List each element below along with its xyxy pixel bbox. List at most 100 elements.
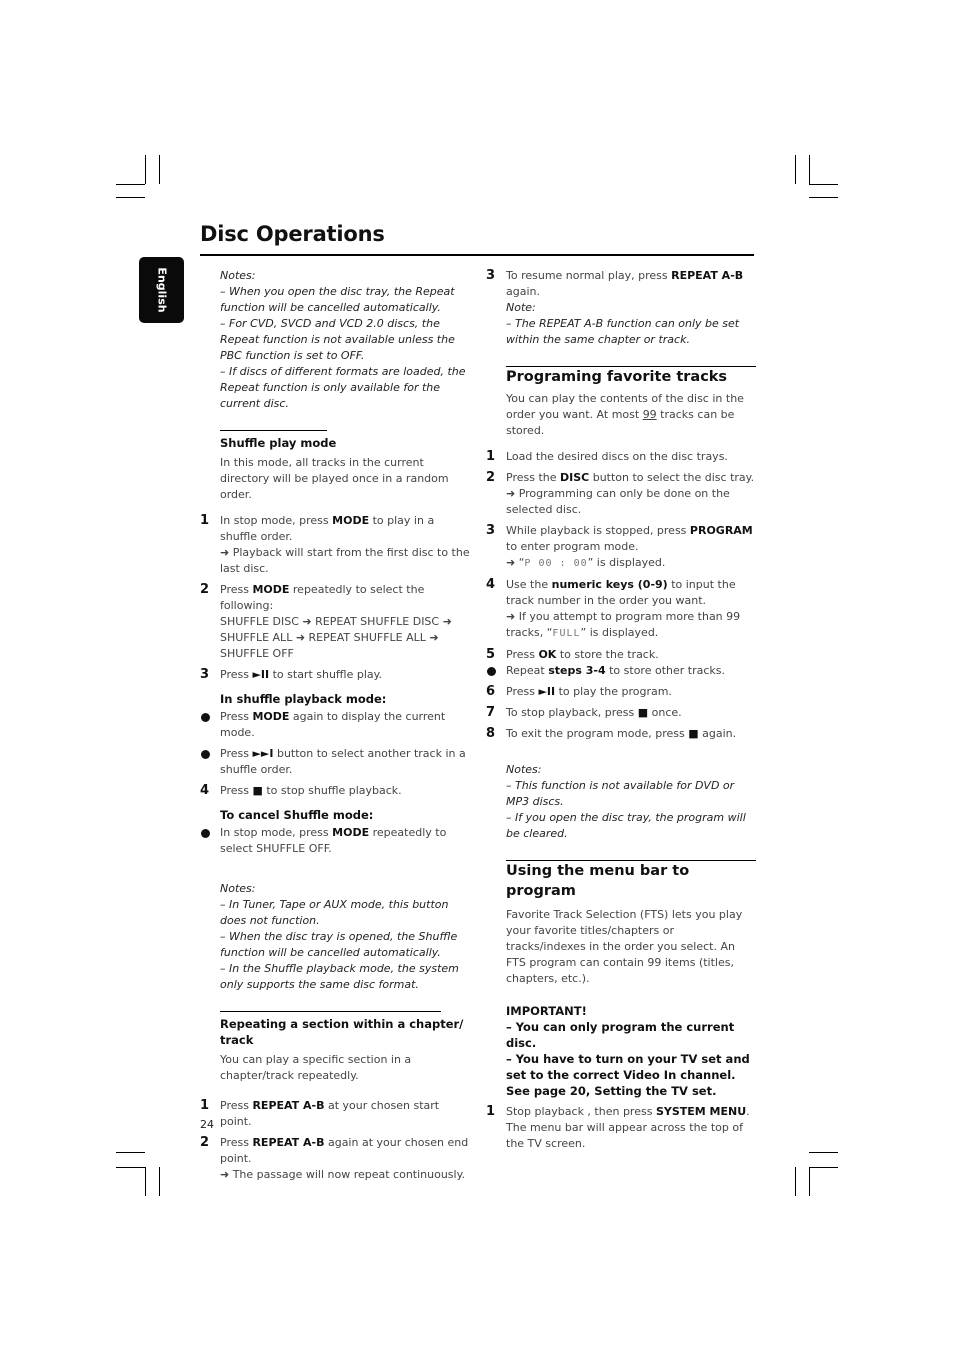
button-name: REPEAT A-B bbox=[671, 269, 744, 282]
programming-section: Programing favorite tracks You can play … bbox=[486, 366, 756, 439]
step-number: 2 bbox=[200, 1135, 210, 1150]
step-text: Load the desired discs on the disc trays… bbox=[506, 450, 728, 463]
shuffle-step-4: 4 Press ■ to stop shuffle playback. bbox=[200, 783, 470, 799]
button-name: SYSTEM MENU bbox=[655, 1105, 747, 1118]
step-text: Stop playback , then press bbox=[506, 1105, 656, 1118]
left-column: Notes: – When you open the disc tray, th… bbox=[200, 268, 470, 1183]
notes-program: Notes: – This function is not available … bbox=[486, 762, 756, 842]
step-text: . bbox=[746, 1105, 750, 1118]
repeat-ab-intro: You can play a specific section in a cha… bbox=[220, 1053, 412, 1082]
repeat-ab-step-2: 2 Press REPEAT A-B again at your chosen … bbox=[200, 1135, 470, 1183]
step-text: to store other tracks. bbox=[605, 664, 725, 677]
language-tab-label: English bbox=[155, 267, 168, 313]
stop-icon: ■ bbox=[637, 706, 649, 719]
notes-heading: Notes: bbox=[506, 763, 542, 776]
step-result: ➜ Programming can only be done on the se… bbox=[506, 487, 730, 516]
important-item: – You can only program the current disc. bbox=[506, 1020, 735, 1050]
bullet-icon bbox=[201, 713, 210, 722]
result-text: ” is displayed. bbox=[580, 626, 659, 639]
language-tab: English bbox=[139, 257, 184, 323]
bullet-icon bbox=[201, 750, 210, 759]
menu-bar-intro: Favorite Track Selection (FTS) lets you … bbox=[506, 908, 743, 985]
program-step-8: 8 To exit the program mode, press ■ agai… bbox=[486, 726, 756, 742]
step-text: to store the track. bbox=[556, 648, 659, 661]
crop-mark bbox=[116, 1167, 145, 1168]
important-item: – You have to turn on your TV set and se… bbox=[506, 1052, 750, 1098]
bullet-icon bbox=[487, 667, 496, 676]
program-step-1: 1 Load the desired discs on the disc tra… bbox=[486, 449, 756, 465]
step-text: Press bbox=[220, 747, 253, 760]
step-number: 6 bbox=[486, 684, 496, 699]
shuffle-bullet-2: Press ►►I button to select another track… bbox=[200, 746, 470, 778]
step-text: Press the bbox=[506, 471, 560, 484]
result-text: ➜ “ bbox=[506, 556, 525, 569]
menu-bar-heading: Using the menu bar to program bbox=[506, 860, 756, 901]
mode-sequence: SHUFFLE DISC ➜ REPEAT SHUFFLE DISC ➜ SHU… bbox=[220, 615, 452, 660]
step-text: Press bbox=[220, 668, 253, 681]
bullet-icon bbox=[201, 829, 210, 838]
button-name: REPEAT A-B bbox=[252, 1136, 325, 1149]
menu-bar-step-1: 1 Stop playback , then press SYSTEM MENU… bbox=[486, 1104, 756, 1152]
step-text: to stop shuffle playback. bbox=[262, 784, 402, 797]
button-name: MODE bbox=[332, 826, 370, 839]
step-text: In stop mode, press bbox=[220, 826, 333, 839]
stop-icon: ■ bbox=[688, 727, 699, 740]
program-step-6: 6 Press ►II to play the program. bbox=[486, 684, 756, 700]
step-text: button to select the disc tray. bbox=[589, 471, 755, 484]
crop-mark bbox=[809, 1152, 838, 1153]
programming-heading: Programing favorite tracks bbox=[506, 366, 756, 387]
step-text: While playback is stopped, press bbox=[506, 524, 690, 537]
step-number: 3 bbox=[486, 268, 496, 283]
button-name: MODE bbox=[252, 583, 290, 596]
note-item: – In the Shuffle playback mode, the syst… bbox=[220, 962, 459, 991]
note-item: – In Tuner, Tape or AUX mode, this butto… bbox=[220, 898, 449, 927]
crop-mark bbox=[116, 184, 145, 185]
next-track-icon: ►►I bbox=[252, 747, 274, 760]
step-text: Use the bbox=[506, 578, 552, 591]
step-number: 4 bbox=[486, 577, 496, 592]
program-step-7: 7 To stop playback, press ■ once. bbox=[486, 705, 756, 721]
crop-mark bbox=[809, 1167, 810, 1196]
notes-heading: Notes: bbox=[220, 269, 256, 282]
crop-mark bbox=[159, 155, 160, 184]
step-result: ➜ The passage will now repeat continuous… bbox=[220, 1168, 466, 1181]
step-text: In stop mode, press bbox=[220, 514, 333, 527]
step-number: 2 bbox=[486, 470, 496, 485]
step-result: The menu bar will appear across the top … bbox=[506, 1121, 743, 1150]
note-item: – When the disc tray is opened, the Shuf… bbox=[220, 930, 458, 959]
program-step-2: 2 Press the DISC button to select the di… bbox=[486, 470, 756, 518]
program-step-3: 3 While playback is stopped, press PROGR… bbox=[486, 523, 756, 572]
button-name: REPEAT A-B bbox=[252, 1099, 325, 1112]
step-number: 3 bbox=[486, 523, 496, 538]
note-item: – For CVD, SVCD and VCD 2.0 discs, the R… bbox=[220, 317, 455, 362]
button-name: OK bbox=[538, 648, 557, 661]
shuffle-step-3: 3 Press ►II to start shuffle play. bbox=[200, 667, 470, 683]
note-item: – If you open the disc tray, the program… bbox=[506, 811, 746, 840]
note-item: – The REPEAT A-B function can only be se… bbox=[506, 317, 740, 346]
title-rule bbox=[200, 254, 754, 256]
crop-mark bbox=[809, 197, 838, 198]
step-text: Press bbox=[506, 648, 539, 661]
step-number: 1 bbox=[200, 1098, 210, 1113]
lcd-display-text: P 00 : 00 bbox=[524, 558, 588, 569]
step-text: to enter program mode. bbox=[506, 540, 639, 553]
program-bullet: Repeat steps 3-4 to store other tracks. bbox=[486, 663, 756, 679]
step-text: Press bbox=[220, 583, 253, 596]
crop-mark bbox=[116, 197, 145, 198]
program-step-5: 5 Press OK to store the track. bbox=[486, 647, 756, 663]
crop-mark bbox=[809, 1167, 838, 1168]
step-number: 1 bbox=[486, 1104, 496, 1119]
step-number: 8 bbox=[486, 726, 496, 741]
shuffle-intro: In this mode, all tracks in the current … bbox=[220, 456, 449, 501]
crop-mark bbox=[159, 1167, 160, 1196]
repeat-ab-step-3: 3 To resume normal play, press REPEAT A-… bbox=[486, 268, 756, 348]
important-heading: IMPORTANT! bbox=[506, 1004, 587, 1018]
note-item: – If discs of different formats are load… bbox=[220, 365, 466, 410]
note-item: – This function is not available for DVD… bbox=[506, 779, 735, 808]
shuffle-bullet-1: Press MODE again to display the current … bbox=[200, 709, 470, 741]
step-text: once. bbox=[648, 706, 682, 719]
button-name: DISC bbox=[560, 471, 590, 484]
step-text: again. bbox=[506, 285, 540, 298]
button-name: numeric keys (0-9) bbox=[551, 578, 668, 591]
crop-mark bbox=[145, 155, 146, 184]
